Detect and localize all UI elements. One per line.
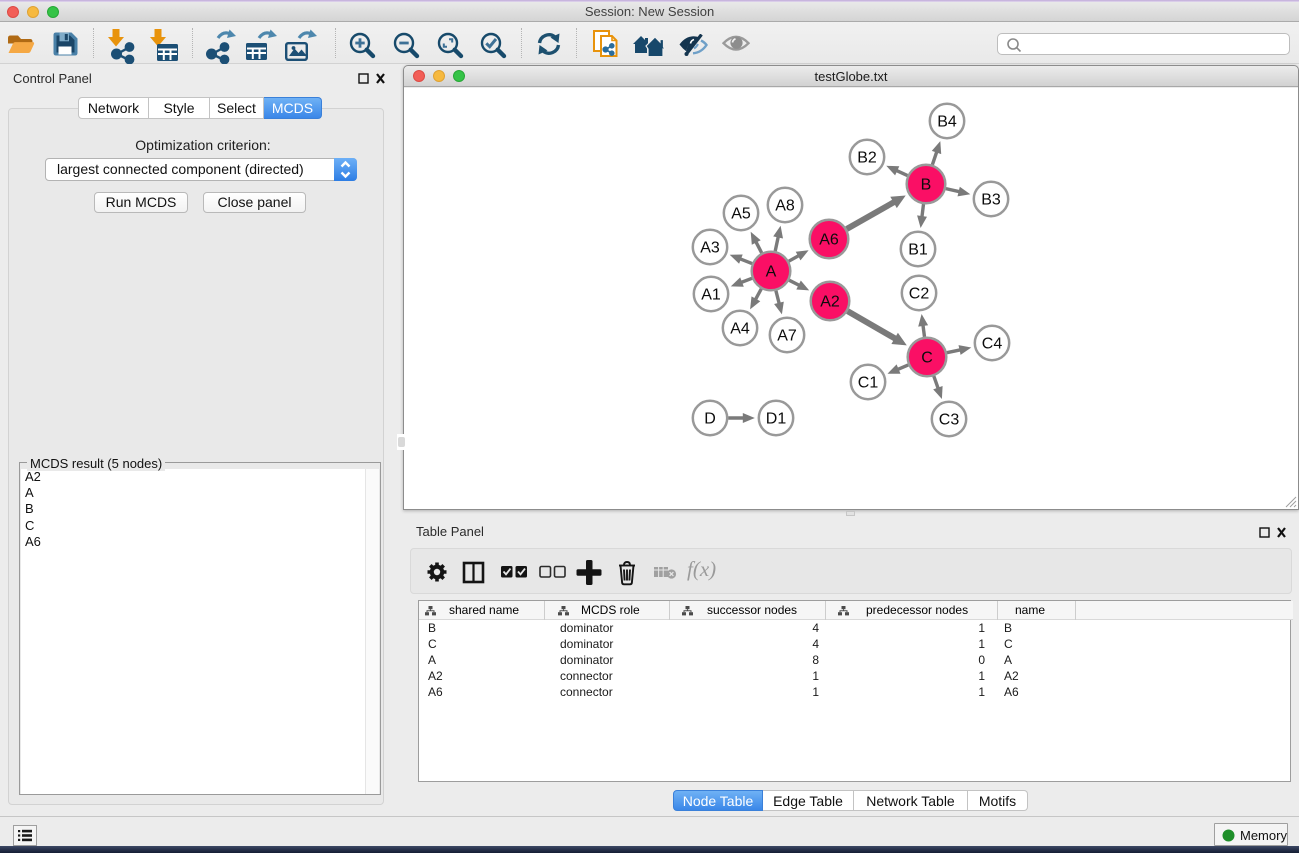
svg-text:C2: C2 xyxy=(909,286,930,303)
svg-text:A5: A5 xyxy=(731,206,751,223)
svg-text:A8: A8 xyxy=(775,198,795,215)
svg-text:A3: A3 xyxy=(700,240,720,257)
svg-text:A7: A7 xyxy=(777,328,797,345)
svg-text:A1: A1 xyxy=(701,287,721,304)
svg-text:A4: A4 xyxy=(730,321,750,338)
svg-text:C4: C4 xyxy=(982,336,1003,353)
svg-text:A2: A2 xyxy=(820,294,840,311)
svg-text:A6: A6 xyxy=(819,232,839,249)
svg-text:B2: B2 xyxy=(857,150,877,167)
svg-text:C1: C1 xyxy=(858,375,879,392)
svg-text:D1: D1 xyxy=(766,411,787,428)
svg-text:B4: B4 xyxy=(937,114,957,131)
svg-text:B3: B3 xyxy=(981,192,1001,209)
svg-text:D: D xyxy=(704,411,716,428)
svg-text:C: C xyxy=(921,350,933,367)
svg-text:B1: B1 xyxy=(908,242,928,259)
svg-text:B: B xyxy=(921,177,932,194)
svg-text:C3: C3 xyxy=(939,412,960,429)
svg-text:A: A xyxy=(766,264,777,281)
